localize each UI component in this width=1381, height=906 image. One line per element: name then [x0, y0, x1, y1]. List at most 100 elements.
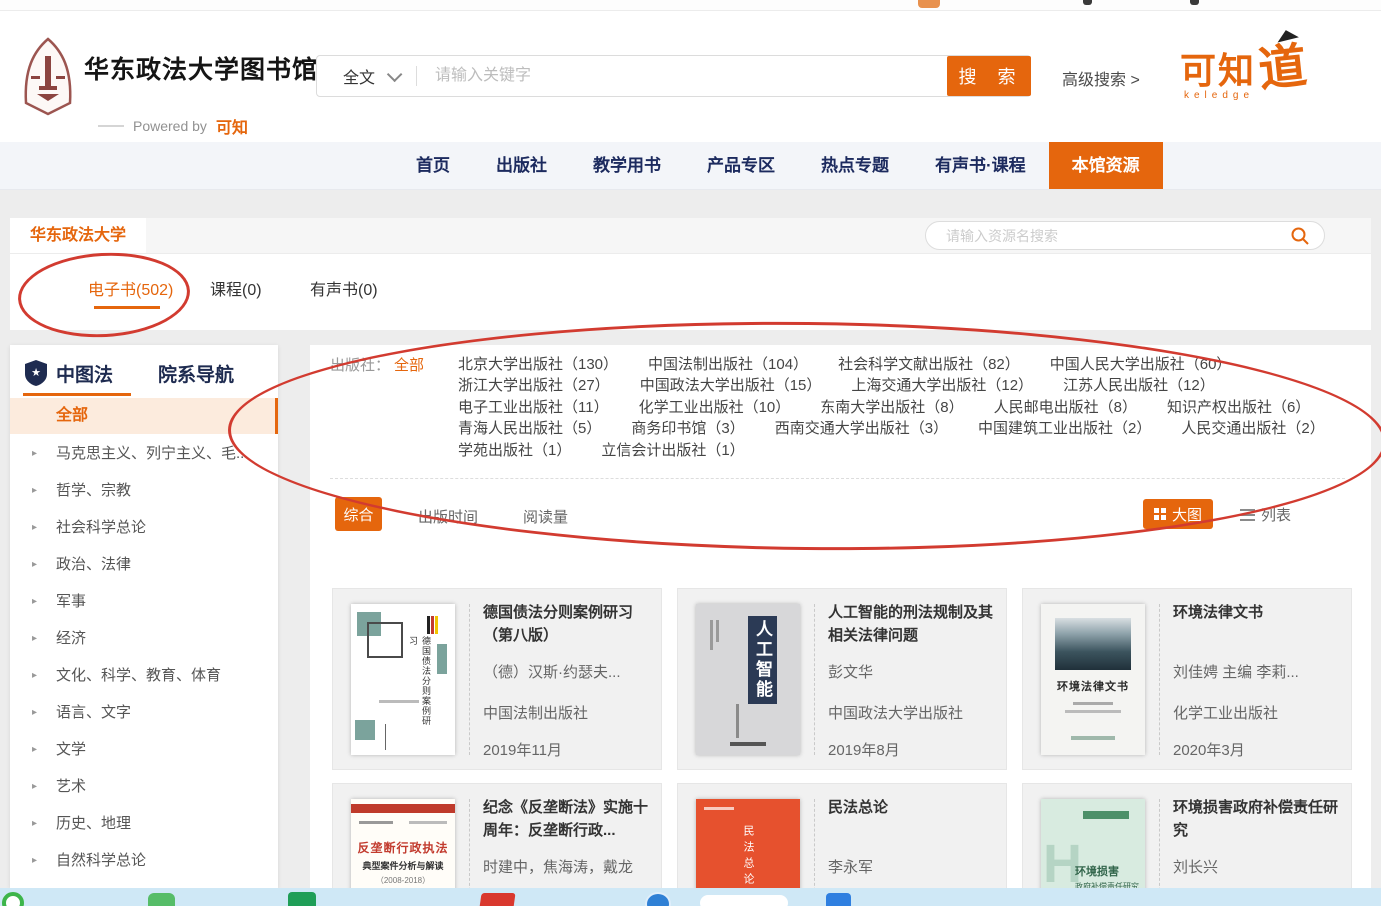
nav-item-hot-topics[interactable]: 热点专题	[798, 142, 912, 189]
grid-icon	[1154, 508, 1166, 520]
sort-comprehensive-button[interactable]: 综合	[335, 497, 382, 531]
sidebar-item-economics[interactable]: ▸经济	[10, 620, 278, 657]
cover-title: 民法总论	[740, 825, 756, 888]
book-card[interactable]: H 环境损害 政府补偿责任研究 环境损害政府补偿责任研究 刘长兴	[1022, 783, 1352, 888]
tab-audiobooks[interactable]: 有声书(0)	[310, 276, 378, 300]
sidebar-item-all[interactable]: 全部	[10, 398, 278, 434]
publisher-link[interactable]: 西南交通大学出版社（3）	[775, 418, 948, 439]
taskbar-icon-blue-square[interactable]	[826, 893, 851, 906]
search-scope-select[interactable]: 全文	[343, 64, 375, 88]
nav-item-product-zone[interactable]: 产品专区	[684, 142, 798, 189]
nav-item-publishers[interactable]: 出版社	[473, 142, 570, 189]
sidebar-tab-clc[interactable]: 中图法	[56, 360, 113, 387]
publisher-link[interactable]: 电子工业出版社（11）	[458, 397, 609, 418]
publisher-filter-label: 出版社：	[330, 354, 390, 375]
publisher-link[interactable]: 浙江大学出版社（27）	[458, 375, 610, 396]
publisher-link[interactable]: 社会科学文献出版社（82）	[838, 354, 1020, 375]
publisher-link[interactable]: 北京大学出版社（130）	[458, 354, 618, 375]
publisher-filter-all[interactable]: 全部	[394, 354, 424, 375]
sidebar-item-label: 文学	[56, 741, 86, 758]
sidebar-category-list: ▸马克思主义、列宁主义、毛... ▸哲学、宗教 ▸社会科学总论 ▸政治、法律 ▸…	[10, 435, 278, 888]
publisher-link[interactable]: 青海人民出版社（5）	[458, 418, 601, 439]
chevron-down-icon[interactable]	[387, 66, 403, 82]
publisher-link[interactable]: 江苏人民出版社（12）	[1063, 375, 1215, 396]
publisher-link[interactable]: 人民邮电出版社（8）	[994, 397, 1137, 418]
chevron-right-icon: ▸	[32, 879, 37, 888]
nav-item-home[interactable]: 首页	[393, 142, 473, 189]
book-card[interactable]: 德国债法分则案例研习 德国债法分则案例研习（第八版） （德）汉斯·约瑟夫... …	[332, 588, 662, 770]
publisher-link[interactable]: 知识产权出版社（6）	[1167, 397, 1310, 418]
resource-search-input[interactable]	[944, 227, 1290, 245]
book-cover: 德国债法分则案例研习	[351, 604, 455, 755]
taskbar-icon-red[interactable]	[478, 893, 515, 906]
page: 华东政法大学图书馆 Powered by 可知 全文 搜 索 高级搜索 > 可知…	[0, 0, 1381, 906]
book-card[interactable]: 反垄断行政执法 典型案件分析与解读 （2008-2018） 纪念《反垄断法》实施…	[332, 783, 662, 888]
sort-publish-date[interactable]: 出版时间	[418, 506, 478, 527]
book-cover: H 环境损害 政府补偿责任研究	[1041, 799, 1145, 888]
sidebar-item-natural-science[interactable]: ▸自然科学总论	[10, 842, 278, 879]
taskbar-icon-green-ring[interactable]	[2, 892, 24, 906]
active-tab-underline	[94, 306, 160, 309]
search-input[interactable]	[433, 66, 1030, 86]
browser-mark-fragment	[1083, 0, 1092, 5]
advanced-search-link[interactable]: 高级搜索 >	[1062, 66, 1140, 90]
taskbar-icon-spreadsheet[interactable]	[288, 892, 316, 906]
view-large-grid-button[interactable]: 大图	[1143, 499, 1213, 529]
book-cover: 反垄断行政执法 典型案件分析与解读 （2008-2018）	[351, 799, 455, 888]
chevron-right-icon: ▸	[32, 435, 37, 472]
book-author: 彭文华	[828, 661, 996, 682]
sidebar-item-language[interactable]: ▸语言、文字	[10, 694, 278, 731]
sidebar-item-philosophy[interactable]: ▸哲学、宗教	[10, 472, 278, 509]
book-date: 2019年8月	[828, 739, 996, 760]
library-tab[interactable]: 华东政法大学	[10, 218, 146, 253]
sort-read-count[interactable]: 阅读量	[523, 506, 568, 527]
publisher-link[interactable]: 立信会计出版社（1）	[601, 440, 744, 461]
book-publisher: 中国政法大学出版社	[828, 702, 996, 723]
sidebar-tab-departments[interactable]: 院系导航	[158, 360, 234, 387]
book-card[interactable]: 人工智能 人工智能的刑法规制及其相关法律问题 彭文华 中国政法大学出版社 201…	[677, 588, 1007, 770]
publisher-link[interactable]: 人民交通出版社（2）	[1181, 418, 1324, 439]
sidebar-item-label: 历史、地理	[56, 815, 131, 832]
publisher-link[interactable]: 中国人民大学出版社（60）	[1050, 354, 1232, 375]
keledge-logo-text: 可知	[1180, 42, 1256, 94]
nav-item-library-resources[interactable]: 本馆资源	[1049, 142, 1163, 189]
tab-ebooks[interactable]: 电子书(502)	[88, 276, 173, 300]
publisher-row: 学苑出版社（1） 立信会计出版社（1）	[458, 440, 1358, 461]
publisher-link[interactable]: 中国政法大学出版社（15）	[640, 375, 822, 396]
publisher-filter-list: 北京大学出版社（130） 中国法制出版社（104） 社会科学文献出版社（82） …	[458, 354, 1358, 461]
nav-item-audiobooks-courses[interactable]: 有声书·课程	[912, 142, 1049, 189]
taskbar-icon-green[interactable]	[148, 893, 175, 906]
nav-item-textbooks[interactable]: 教学用书	[570, 142, 684, 189]
browser-icon-fragment	[918, 0, 940, 8]
sidebar-item-literature[interactable]: ▸文学	[10, 731, 278, 768]
sidebar-item-culture-education[interactable]: ▸文化、科学、教育、体育	[10, 657, 278, 694]
sidebar-item-history-geography[interactable]: ▸历史、地理	[10, 805, 278, 842]
sidebar-item-label: 政治、法律	[56, 556, 131, 573]
sidebar-item-math-chemistry[interactable]: ▸数理科学和化学	[10, 879, 278, 888]
publisher-link[interactable]: 中国建筑工业出版社（2）	[978, 418, 1151, 439]
book-author: （德）汉斯·约瑟夫...	[483, 661, 651, 682]
book-card[interactable]: 民法总论 民法总论 李永军	[677, 783, 1007, 888]
book-card[interactable]: 环境法律文书 环境法律文书 刘佳娉 主编 李莉... 化学工业出版社 2020年…	[1022, 588, 1352, 770]
sidebar-item-social-science[interactable]: ▸社会科学总论	[10, 509, 278, 546]
view-list-button[interactable]: 列表	[1240, 504, 1291, 525]
tab-courses[interactable]: 课程(0)	[210, 276, 262, 300]
search-button[interactable]: 搜 索	[947, 56, 1031, 96]
sidebar-item-art[interactable]: ▸艺术	[10, 768, 278, 805]
cover-title: 德国债法分则案例研习	[407, 636, 433, 726]
taskbar-icon-blue-circle[interactable]	[645, 892, 671, 906]
sidebar-item-marxism[interactable]: ▸ 马克思主义、列宁主义、毛...	[10, 435, 278, 472]
publisher-link[interactable]: 商务印书馆（3）	[631, 418, 744, 439]
sidebar-item-politics-law[interactable]: ▸ 政治、法律	[10, 546, 278, 583]
publisher-link[interactable]: 上海交通大学出版社（12）	[851, 375, 1033, 396]
sidebar-item-label: 马克思主义、列宁主义、毛...	[56, 445, 249, 462]
publisher-link[interactable]: 化学工业出版社（10）	[639, 397, 791, 418]
sidebar-item-label: 哲学、宗教	[56, 482, 131, 499]
publisher-link[interactable]: 学苑出版社（1）	[458, 440, 571, 461]
cover-title: 反垄断行政执法	[351, 839, 455, 856]
search-icon[interactable]	[1290, 226, 1310, 246]
sidebar-item-military[interactable]: ▸军事	[10, 583, 278, 620]
publisher-link[interactable]: 东南大学出版社（8）	[820, 397, 963, 418]
chevron-right-icon: ▸	[32, 546, 37, 583]
publisher-link[interactable]: 中国法制出版社（104）	[648, 354, 808, 375]
